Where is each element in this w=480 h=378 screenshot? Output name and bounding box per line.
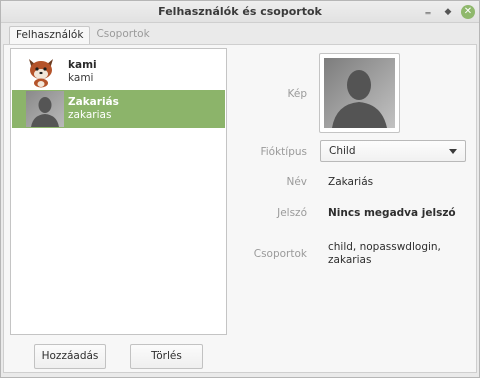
account-type-value: Child: [329, 145, 356, 157]
close-icon[interactable]: ✕: [461, 5, 475, 19]
user-display-name: Zakariás: [68, 96, 119, 108]
user-login-name: kami: [68, 72, 94, 84]
password-label: Jelszó: [277, 207, 307, 219]
user-display-name: kami: [68, 59, 97, 71]
name-label: Név: [286, 176, 307, 188]
groups-value-line1[interactable]: child, nopasswdlogin,: [328, 241, 441, 253]
fox-icon: [29, 59, 53, 88]
minimize-icon[interactable]: ‗: [421, 3, 435, 17]
delete-user-button[interactable]: Törlés: [130, 344, 203, 369]
title-bar[interactable]: Felhasználók és csoportok ‗ ◆ ✕: [1, 1, 479, 23]
groups-value-line2[interactable]: zakarias: [328, 254, 371, 266]
users-and-groups-window: Felhasználók és csoportok ‗ ◆ ✕ Felhaszn…: [0, 0, 480, 378]
add-user-button[interactable]: Hozzáadás: [34, 344, 106, 369]
person-silhouette-icon: [26, 91, 64, 127]
user-row-zakarias[interactable]: Zakariás zakarias: [12, 90, 225, 128]
person-silhouette-icon: [324, 58, 395, 128]
tab-bar: Felhasználók Csoportok: [9, 26, 156, 45]
tab-groups[interactable]: Csoportok: [90, 26, 155, 45]
tab-users[interactable]: Felhasználók: [9, 26, 91, 45]
user-picture-button[interactable]: [319, 53, 400, 133]
account-type-select[interactable]: Child: [320, 140, 466, 162]
picture-label: Kép: [287, 88, 308, 100]
user-row-kami[interactable]: kami kami: [12, 53, 225, 91]
password-value[interactable]: Nincs megadva jelszó: [328, 207, 456, 219]
user-list[interactable]: kami kami Zakariás zakarias: [10, 48, 227, 335]
name-value[interactable]: Zakariás: [328, 176, 373, 188]
window-title: Felhasználók és csoportok: [158, 5, 322, 18]
account-type-label: Fióktípus: [260, 146, 307, 158]
user-login-name: zakarias: [68, 109, 112, 121]
maximize-icon[interactable]: ◆: [441, 5, 455, 19]
chevron-down-icon: [449, 149, 457, 154]
groups-label: Csoportok: [253, 248, 307, 260]
